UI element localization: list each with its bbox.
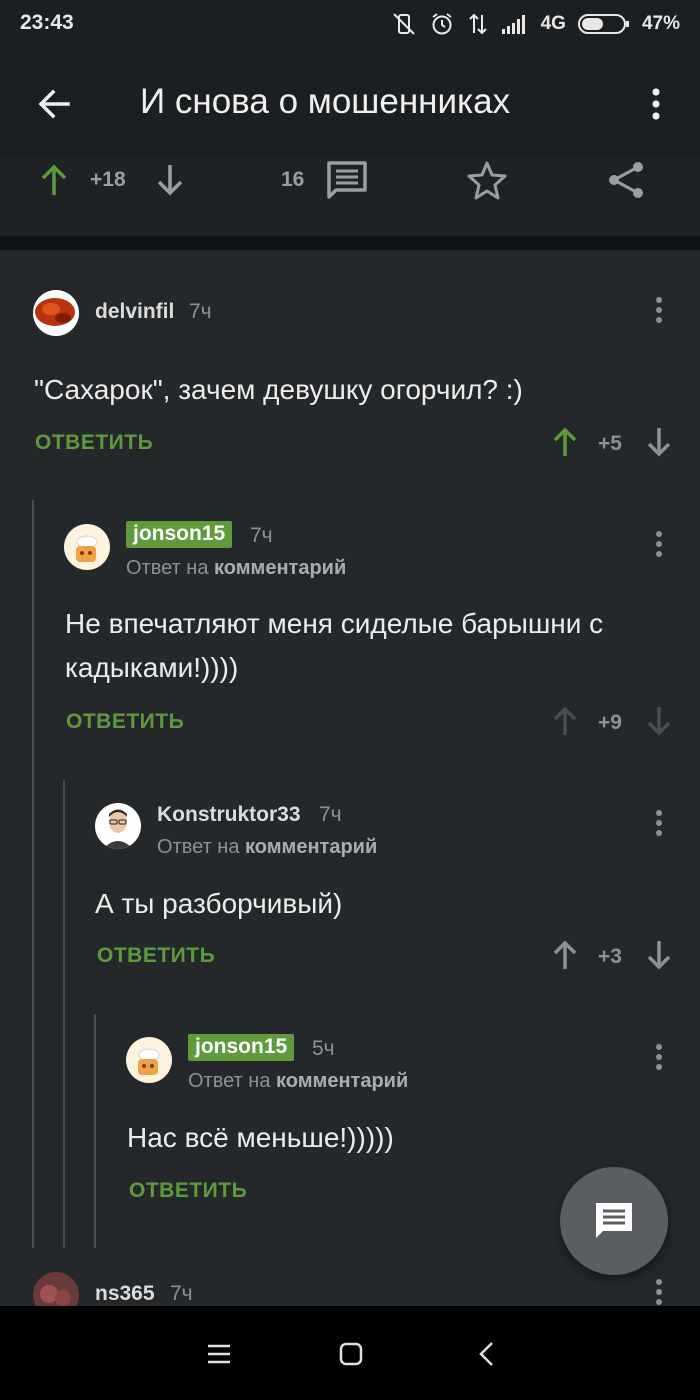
upvote-icon	[553, 940, 577, 969]
battery-icon	[577, 13, 630, 35]
comments-count: 16	[281, 168, 305, 191]
upvote-icon	[553, 427, 577, 456]
comment-upvote-button[interactable]	[550, 938, 580, 972]
share-icon	[609, 162, 643, 198]
downvote-button[interactable]	[154, 158, 186, 202]
data-transfer-icon	[467, 11, 489, 37]
comment-author[interactable]: Konstruktor33	[157, 803, 301, 827]
vibrate-off-icon	[391, 11, 417, 37]
star-icon	[467, 161, 507, 200]
comment-time: 7ч	[170, 1282, 193, 1305]
status-icons: 4G 47%	[391, 10, 680, 38]
more-vertical-icon	[656, 297, 662, 323]
status-time: 23:43	[20, 11, 74, 34]
avatar[interactable]	[126, 1037, 172, 1083]
avatar[interactable]	[33, 290, 79, 336]
comment-text: А ты разборчивый)	[95, 888, 343, 919]
comment-time: 5ч	[312, 1037, 335, 1060]
comment-text: "Сахарок", зачем девушку огорчил? :)	[34, 374, 523, 405]
share-button[interactable]	[604, 158, 648, 202]
downvote-icon	[157, 165, 183, 196]
reply-to-target: комментарий	[214, 557, 347, 579]
thread-line	[63, 780, 65, 1248]
comment-upvote-button[interactable]	[550, 704, 580, 738]
downvote-icon	[647, 428, 671, 457]
comment-time: 7ч	[250, 524, 273, 547]
comment-downvote-button[interactable]	[644, 938, 674, 972]
more-vertical-icon	[656, 1044, 662, 1070]
reply-button[interactable]: ОТВЕТИТЬ	[35, 431, 153, 455]
comment-author[interactable]: delvinfil	[95, 300, 174, 324]
thread-line	[32, 500, 34, 1248]
comment-downvote-button[interactable]	[644, 704, 674, 738]
comment-menu-button[interactable]	[649, 1040, 669, 1074]
downvote-icon	[647, 941, 671, 970]
reply-to-prefix: Ответ на	[126, 557, 209, 579]
more-vertical-icon	[656, 810, 662, 836]
favorite-button[interactable]	[464, 158, 510, 202]
comment-downvote-button[interactable]	[644, 425, 674, 459]
alarm-icon	[429, 11, 455, 37]
back-icon	[479, 1342, 493, 1366]
reply-to-prefix: Ответ на	[157, 836, 240, 858]
reply-to-link[interactable]: Ответ на комментарий	[157, 836, 377, 859]
comment-text: Нас всё меньше!)))))	[127, 1122, 394, 1153]
status-bar: 23:43 4G 47%	[0, 0, 700, 48]
comment-author[interactable]: jonson15	[126, 521, 233, 548]
reply-to-target: комментарий	[276, 1070, 409, 1092]
system-nav-bar	[0, 1306, 700, 1400]
battery-level: 47%	[641, 13, 680, 34]
reply-to-link[interactable]: Ответ на комментарий	[126, 557, 346, 580]
upvote-icon	[41, 164, 67, 195]
more-vertical-icon	[656, 1279, 662, 1305]
comment-text: Не впечатляют меня сиделые барышни с кад…	[65, 608, 604, 683]
comment-menu-button[interactable]	[649, 806, 669, 840]
upvote-button[interactable]	[36, 158, 72, 202]
comment-icon	[596, 1203, 632, 1238]
comment-time: 7ч	[189, 300, 212, 323]
comment-author[interactable]: ns365	[95, 1282, 155, 1306]
arrow-back-icon	[38, 89, 70, 119]
more-vertical-icon	[652, 88, 660, 120]
page-title: И снова о мошенниках	[140, 82, 511, 121]
post-action-bar: +18 16	[0, 158, 700, 236]
nav-back-button[interactable]	[466, 1334, 506, 1374]
app-bar: И снова о мошенниках	[0, 48, 700, 158]
overflow-menu-button[interactable]	[638, 80, 674, 128]
reply-to-prefix: Ответ на	[188, 1070, 271, 1092]
comments-button[interactable]	[324, 158, 370, 202]
comment-rating: +5	[598, 432, 622, 455]
comment-time: 7ч	[319, 803, 342, 826]
comment-menu-button[interactable]	[649, 1275, 669, 1309]
comment-rating: +9	[598, 711, 622, 734]
signal-icon	[501, 13, 529, 35]
section-divider	[0, 236, 700, 250]
comment-author[interactable]: jonson15	[188, 1034, 295, 1061]
upvote-icon	[553, 706, 577, 735]
avatar[interactable]	[64, 524, 110, 570]
post-rating: +18	[90, 168, 126, 191]
reply-to-link[interactable]: Ответ на комментарий	[188, 1070, 408, 1093]
menu-icon	[208, 1344, 230, 1364]
network-type: 4G	[540, 13, 566, 34]
nav-menu-button[interactable]	[199, 1334, 239, 1374]
home-icon	[339, 1342, 363, 1366]
reply-button[interactable]: ОТВЕТИТЬ	[66, 710, 184, 734]
avatar[interactable]	[95, 803, 141, 849]
comment-menu-button[interactable]	[649, 527, 669, 561]
downvote-icon	[647, 707, 671, 736]
comment-upvote-button[interactable]	[550, 425, 580, 459]
nav-home-button[interactable]	[331, 1334, 371, 1374]
comment-menu-button[interactable]	[649, 293, 669, 327]
reply-button[interactable]: ОТВЕТИТЬ	[97, 944, 215, 968]
thread-line	[94, 1014, 96, 1248]
reply-to-target: комментарий	[245, 836, 378, 858]
comments-icon	[327, 161, 367, 199]
comment-rating: +3	[598, 945, 622, 968]
back-button[interactable]	[30, 80, 78, 128]
reply-button[interactable]: ОТВЕТИТЬ	[129, 1179, 247, 1203]
add-comment-fab[interactable]	[560, 1167, 668, 1275]
more-vertical-icon	[656, 531, 662, 557]
